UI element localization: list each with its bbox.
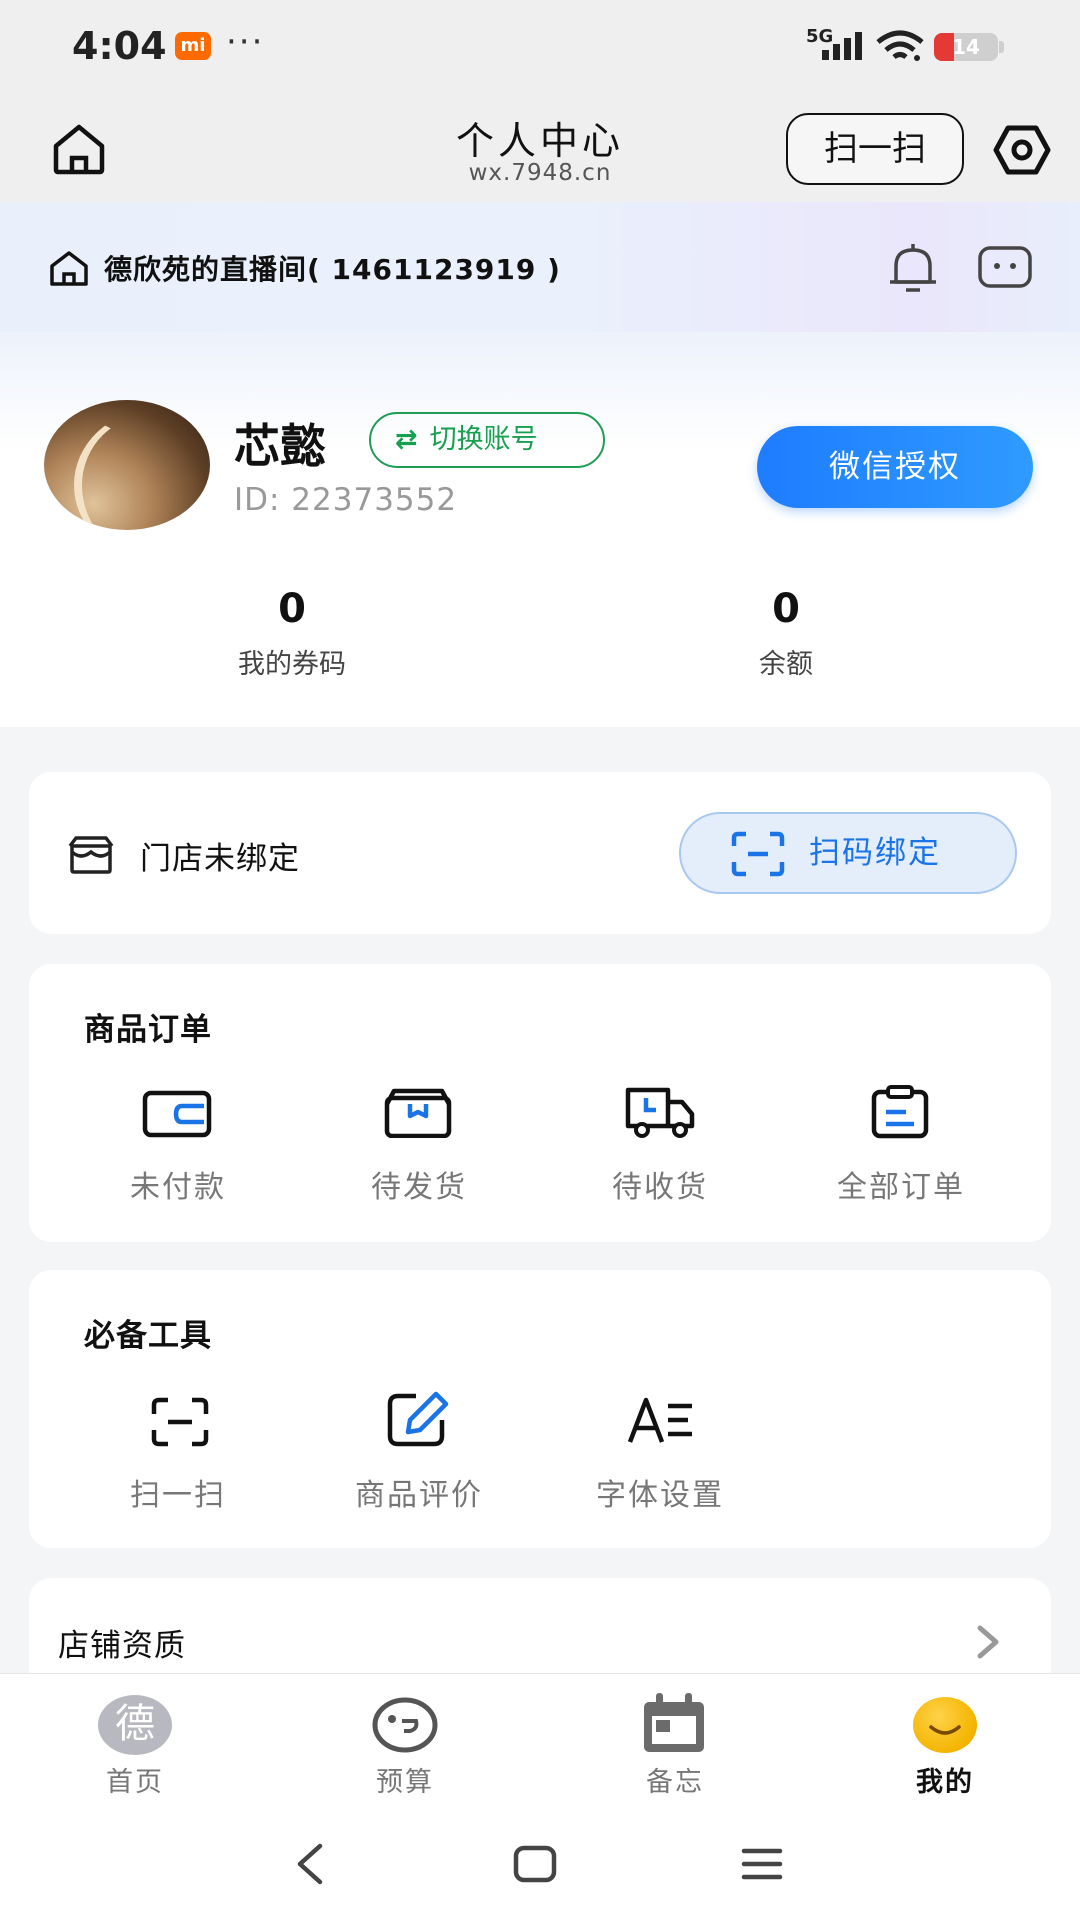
home-icon[interactable]: [50, 122, 108, 176]
tab-profile[interactable]: 我的: [845, 1760, 1045, 1799]
battery-icon: 14: [934, 33, 998, 61]
battery-tip: [999, 41, 1004, 53]
switch-account-label: 切换账号: [429, 424, 538, 455]
wechat-auth-button[interactable]: 微信授权: [757, 426, 1033, 508]
package-icon[interactable]: [384, 1088, 452, 1138]
header-scan-button[interactable]: 扫一扫: [786, 113, 964, 185]
order-all-label: 全部订单: [837, 1170, 965, 1205]
order-to-receive[interactable]: 待收货: [540, 1162, 780, 1206]
coupon-count[interactable]: 0: [192, 586, 392, 632]
tool-review[interactable]: 商品评价: [299, 1470, 539, 1514]
font-settings-icon[interactable]: [626, 1396, 696, 1446]
smile-face-icon: [929, 1725, 961, 1735]
clipboard-icon[interactable]: [870, 1084, 930, 1140]
tab-memo[interactable]: 备忘: [575, 1760, 775, 1799]
order-to-receive-label: 待收货: [612, 1170, 708, 1205]
budget-tab-icon[interactable]: [370, 1695, 440, 1755]
store-qualification-label: 店铺资质: [58, 1628, 186, 1664]
avatar[interactable]: [44, 400, 210, 530]
balance-label[interactable]: 余额: [686, 642, 886, 681]
chevron-right-icon: [977, 1625, 999, 1659]
status-time: 4:04: [72, 24, 167, 68]
store-status-text: 门店未绑定: [140, 841, 300, 877]
bell-icon[interactable]: [886, 240, 940, 294]
page-subtitle: wx.7948.cn: [468, 160, 612, 186]
scan-icon[interactable]: [150, 1396, 210, 1448]
order-unpaid[interactable]: 未付款: [58, 1162, 298, 1206]
battery-level-label: 14: [952, 35, 980, 59]
mi-notification-icon: mi: [175, 32, 211, 60]
store-icon: [68, 836, 114, 874]
memo-calendar-icon[interactable]: [640, 1690, 708, 1756]
message-icon[interactable]: [976, 244, 1034, 290]
home-tab-icon[interactable]: 德: [98, 1695, 172, 1755]
tool-review-label: 商品评价: [355, 1478, 483, 1513]
live-room-link[interactable]: 德欣苑的直播间( 1461123919 ): [104, 248, 561, 288]
more-notifications-icon: ···: [226, 22, 265, 62]
tool-scan[interactable]: 扫一扫: [58, 1470, 298, 1514]
scan-frame-icon: [731, 831, 785, 877]
coupon-label[interactable]: 我的券码: [192, 642, 392, 681]
signal-icon: [822, 32, 862, 60]
switch-arrows-icon: ⇄: [395, 424, 418, 455]
back-nav-icon[interactable]: [290, 1842, 330, 1886]
delivery-truck-icon[interactable]: [624, 1086, 696, 1140]
page-title: 个人中心: [455, 119, 624, 163]
settings-gear-icon[interactable]: [992, 122, 1052, 178]
live-room-home-icon: [50, 251, 88, 286]
tab-budget[interactable]: 预算: [305, 1760, 505, 1799]
edit-review-icon[interactable]: [386, 1390, 452, 1448]
tools-title: 必备工具: [84, 1318, 212, 1354]
menu-nav-icon[interactable]: [740, 1846, 784, 1882]
tool-scan-label: 扫一扫: [130, 1478, 226, 1513]
tool-font-label: 字体设置: [596, 1478, 724, 1513]
tab-home[interactable]: 首页: [35, 1760, 235, 1799]
profile-tab-icon[interactable]: [913, 1697, 977, 1753]
username: 芯懿: [234, 419, 326, 473]
switch-account-button[interactable]: ⇄ 切换账号: [369, 412, 605, 468]
tool-font[interactable]: 字体设置: [540, 1470, 780, 1514]
order-to-ship[interactable]: 待发货: [299, 1162, 539, 1206]
order-unpaid-label: 未付款: [130, 1170, 226, 1205]
order-to-ship-label: 待发货: [371, 1170, 467, 1205]
home-nav-icon[interactable]: [512, 1844, 558, 1884]
balance-value[interactable]: 0: [686, 586, 886, 632]
wallet-icon[interactable]: [142, 1090, 212, 1138]
order-all[interactable]: 全部订单: [781, 1162, 1021, 1206]
user-id: ID: 22373552: [234, 482, 458, 518]
wifi-icon: [876, 30, 924, 61]
orders-title: 商品订单: [84, 1012, 212, 1048]
